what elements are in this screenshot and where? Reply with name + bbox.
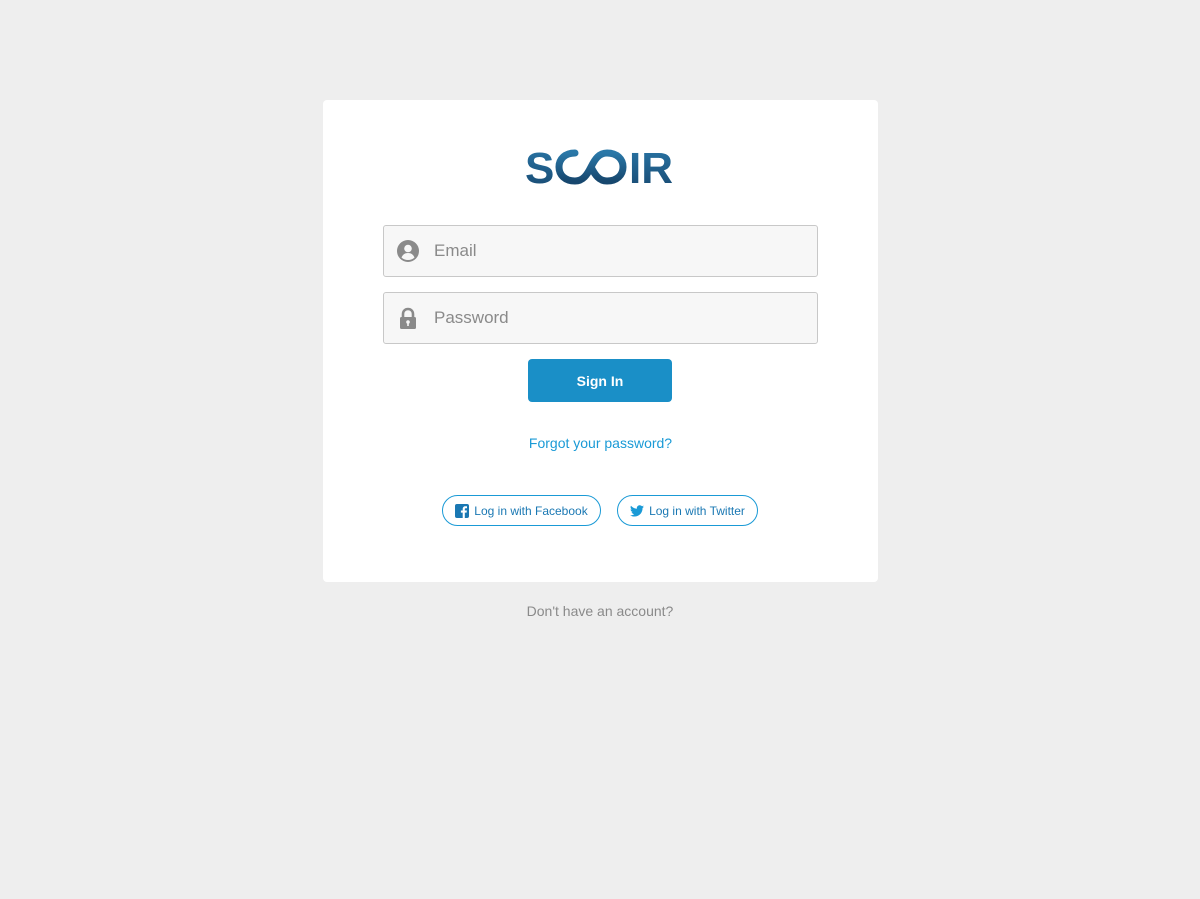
svg-text:IR: IR [629,146,673,188]
email-input[interactable] [432,226,812,276]
password-field[interactable] [383,292,818,344]
login-card: S IR Sign In Forgot your password? Log i… [323,100,878,582]
facebook-icon [455,503,470,518]
password-input[interactable] [432,293,812,343]
twitter-icon [630,504,645,517]
twitter-login-button[interactable]: Log in with Twitter [617,495,758,526]
forgot-password-link[interactable]: Forgot your password? [323,435,878,451]
twitter-login-label: Log in with Twitter [649,503,745,518]
svg-text:S: S [525,146,554,188]
user-circle-icon [397,240,419,262]
lock-icon [400,307,416,329]
sign-in-button[interactable]: Sign In [528,359,672,402]
facebook-login-button[interactable]: Log in with Facebook [442,495,601,526]
no-account-link[interactable]: Don't have an account? [0,603,1200,619]
facebook-login-label: Log in with Facebook [474,503,588,518]
scoir-logo: S IR [525,146,673,188]
email-field[interactable] [383,225,818,277]
